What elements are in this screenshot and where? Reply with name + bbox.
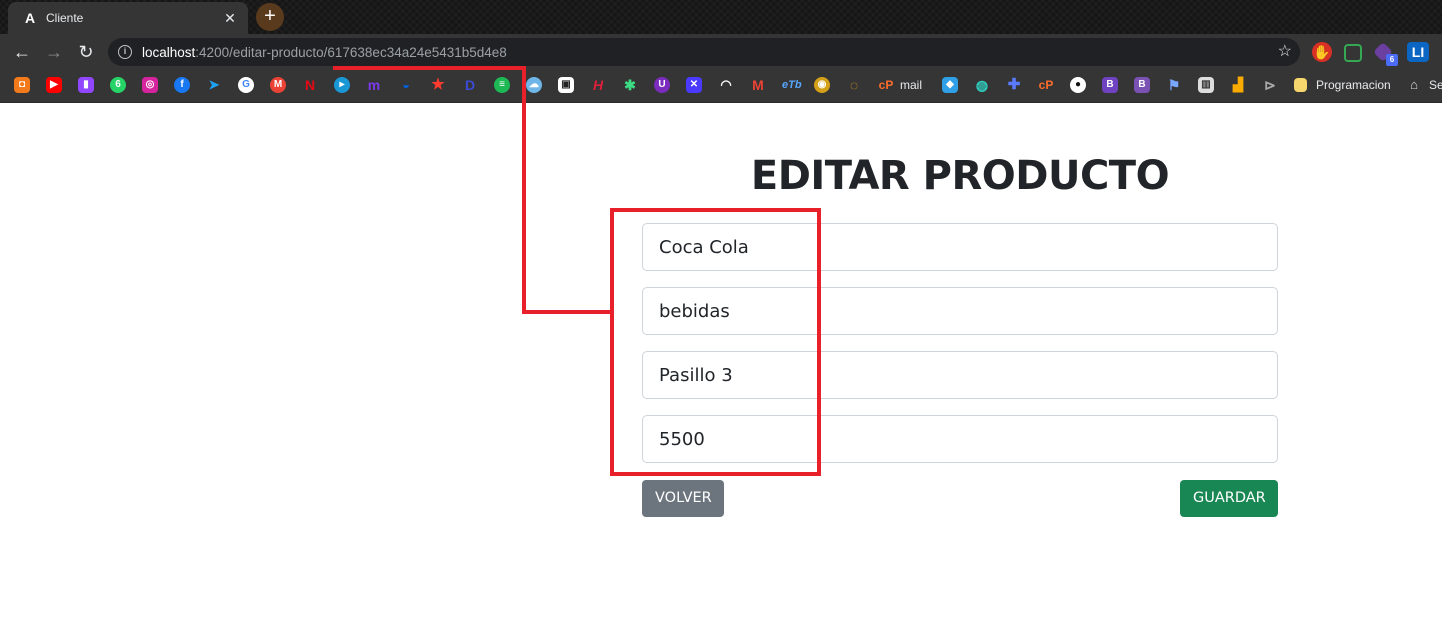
browser-tab[interactable]: A Cliente ✕: [8, 2, 248, 34]
annotation-line-top: [333, 66, 526, 70]
speed-icon[interactable]: ◠: [718, 77, 734, 93]
trello-icon[interactable]: ▥: [1198, 77, 1214, 93]
close-tab-icon[interactable]: ✕: [222, 10, 238, 26]
tab-strip: A Cliente ✕ +: [0, 0, 1442, 34]
bookmark-se[interactable]: Se: [1429, 77, 1442, 93]
facebook-icon[interactable]: f: [174, 77, 190, 93]
annotation-box: [610, 208, 821, 476]
tab-title: Cliente: [46, 11, 84, 25]
cpanel-mail-icon[interactable]: cP: [878, 77, 894, 93]
puzzle-icon[interactable]: ✚: [1006, 77, 1022, 93]
bootstrap-alt-icon[interactable]: B: [1134, 77, 1150, 93]
spotify-icon[interactable]: ≡: [494, 77, 510, 93]
star-bookmark-icon[interactable]: ★: [430, 77, 446, 93]
guardar-button[interactable]: GUARDAR: [1180, 480, 1278, 517]
gmail-icon[interactable]: M: [750, 77, 766, 93]
screenshot-extension-icon[interactable]: [1344, 44, 1362, 62]
arrow-circle-icon[interactable]: ⊳: [1262, 77, 1278, 93]
netflix-icon[interactable]: N: [302, 77, 318, 93]
google-icon[interactable]: G: [238, 77, 254, 93]
circle-icon[interactable]: ◉: [814, 77, 830, 93]
url-text[interactable]: localhost:4200/editar-producto/617638ec3…: [142, 45, 507, 60]
twitch-icon[interactable]: ▮: [78, 77, 94, 93]
twitter-icon[interactable]: ➤: [206, 77, 222, 93]
chip-icon[interactable]: ▣: [558, 77, 574, 93]
instagram-icon[interactable]: ◎: [142, 77, 158, 93]
youtube-icon[interactable]: ▶: [46, 77, 62, 93]
url-path: :4200/editar-producto/617638ec34a24e5431…: [195, 44, 507, 60]
gmail-red-icon[interactable]: M: [270, 77, 286, 93]
address-bar[interactable]: i localhost:4200/editar-producto/617638e…: [108, 38, 1300, 66]
folder-icon: [1294, 78, 1307, 92]
bootstrap-icon[interactable]: B: [1102, 77, 1118, 93]
play-icon[interactable]: ▸: [334, 77, 350, 93]
shape-icon[interactable]: ◆: [942, 77, 958, 93]
back-arrow-icon[interactable]: ←: [10, 40, 34, 64]
cloud-icon[interactable]: ☁: [526, 77, 542, 93]
app-icon[interactable]: ✕: [686, 77, 702, 93]
bookmarks-bar: ◘ ▶ ▮ 6 ◎ f ➤ G M N ▸ m ◒ ★ D ≡ ☁ ▣ H ✱ …: [0, 70, 1442, 103]
whatsapp-icon[interactable]: 6: [110, 77, 126, 93]
cpanel-icon[interactable]: cP: [1038, 77, 1054, 93]
udemy-icon[interactable]: U: [654, 77, 670, 93]
linkedin-extension-icon[interactable]: LI: [1407, 42, 1429, 62]
bookmark-star-icon[interactable]: ☆: [1278, 42, 1292, 62]
new-tab-button[interactable]: +: [256, 3, 284, 31]
url-host: localhost: [142, 44, 196, 60]
github-icon[interactable]: ●: [1070, 77, 1086, 93]
etb-icon[interactable]: eTb: [782, 77, 802, 93]
meta-icon[interactable]: ◒: [398, 77, 414, 93]
ring-icon[interactable]: ◌: [846, 77, 862, 93]
annotation-line-horizontal: [522, 310, 614, 314]
extension-badge: 6: [1386, 54, 1398, 66]
page-title: EDITAR PRODUCTO: [750, 153, 1170, 199]
android-icon[interactable]: ✱: [622, 77, 638, 93]
browser-toolbar: ← → ↻ i localhost:4200/editar-producto/6…: [0, 34, 1442, 70]
angular-icon: A: [24, 10, 36, 26]
flag-icon[interactable]: ⚑: [1166, 77, 1182, 93]
info-icon[interactable]: i: [118, 45, 132, 59]
volver-button[interactable]: VOLVER: [642, 480, 724, 517]
heroku-icon[interactable]: H: [590, 77, 606, 93]
bookmark-icon[interactable]: ◘: [14, 77, 30, 93]
forward-arrow-icon[interactable]: →: [42, 40, 66, 64]
bookmark-programacion[interactable]: Programacion: [1316, 77, 1391, 93]
mastodon-icon[interactable]: m: [366, 77, 382, 93]
disney-icon[interactable]: D: [462, 77, 478, 93]
analytics-icon[interactable]: ▟: [1230, 77, 1246, 93]
reload-icon[interactable]: ↻: [74, 40, 98, 64]
bookmark-mail[interactable]: mail: [900, 77, 922, 93]
annotation-line-vertical: [522, 66, 526, 314]
leaf-icon[interactable]: ◍: [974, 77, 990, 93]
adblock-extension-icon[interactable]: ✋: [1312, 42, 1332, 62]
store-icon: ⌂: [1410, 77, 1418, 92]
